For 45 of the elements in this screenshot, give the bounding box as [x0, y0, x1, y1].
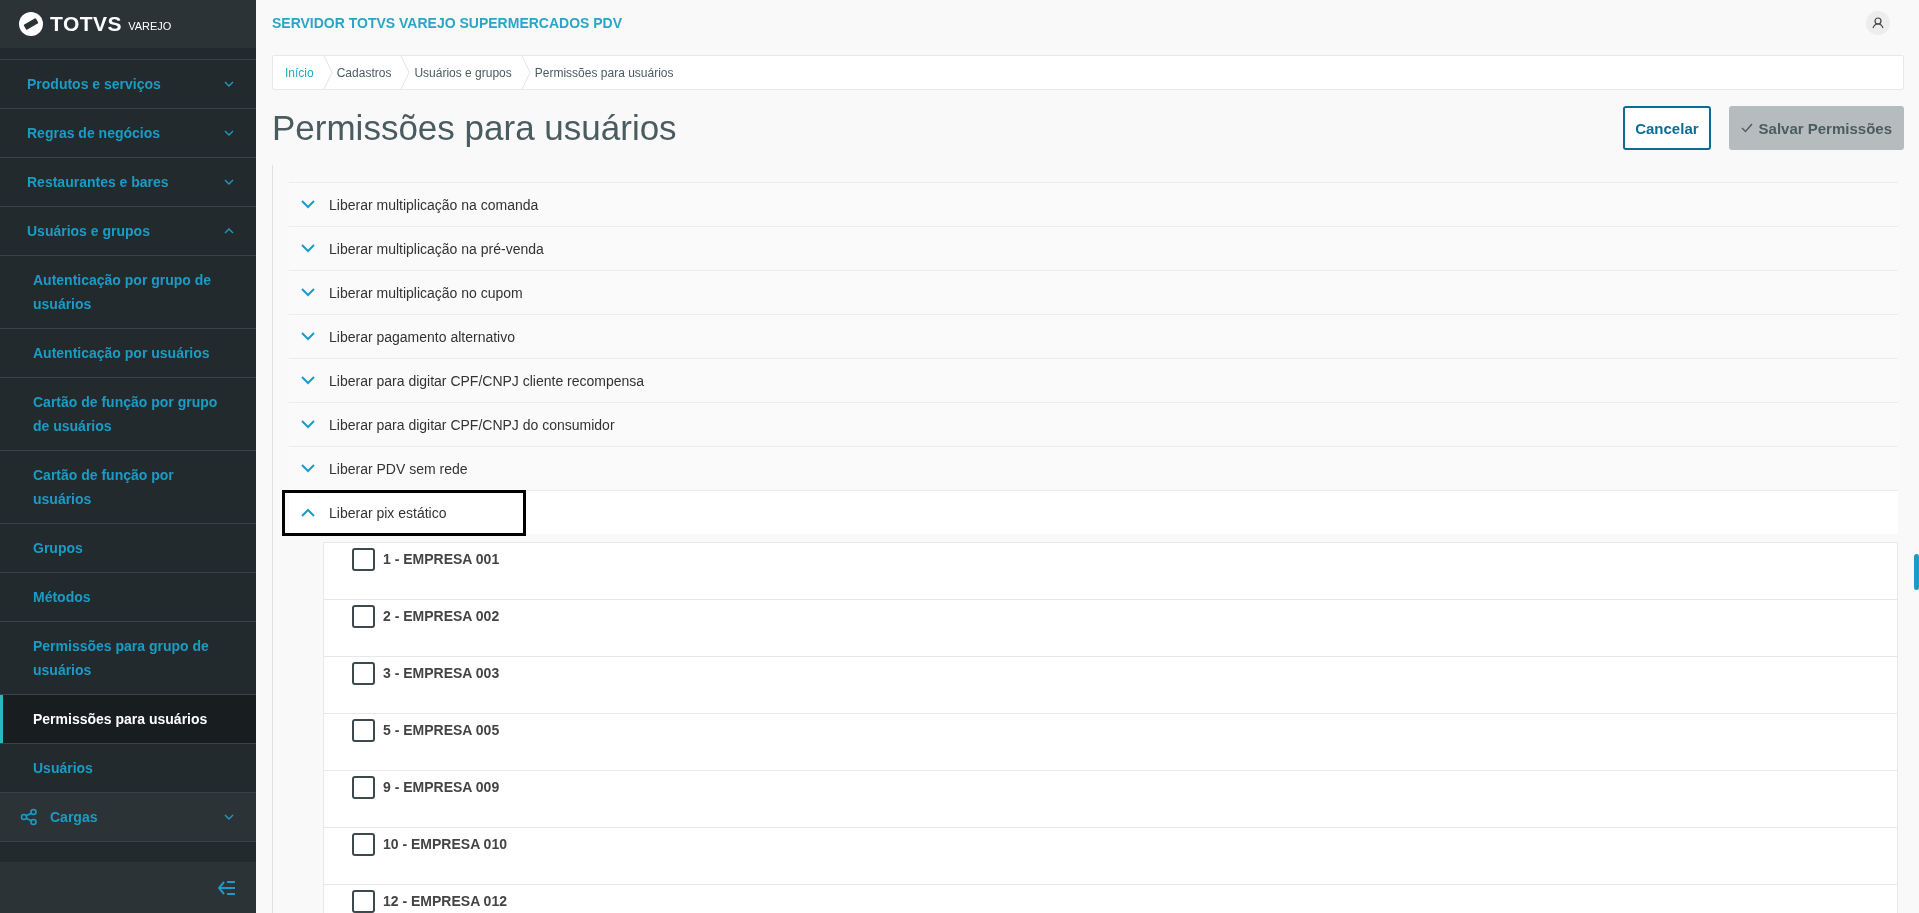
logo-subtitle: VAREJO — [128, 19, 172, 32]
chevron-down-icon — [301, 420, 315, 429]
user-avatar-icon[interactable] — [1866, 11, 1890, 35]
chevron-up-icon — [224, 228, 234, 234]
chevron-down-icon — [224, 179, 234, 185]
server-title: SERVIDOR TOTVS VAREJO SUPERMERCADOS PDV — [272, 15, 623, 31]
chevron-down-icon — [224, 814, 234, 820]
logo-text: TOTVS — [50, 12, 123, 36]
breadcrumb-item[interactable]: Permissões para usuários — [530, 65, 683, 80]
company-label: 5 - EMPRESA 005 — [383, 722, 500, 738]
chevron-down-icon — [224, 81, 234, 87]
submenu-item[interactable]: Permissões para usuários — [0, 695, 256, 744]
chevron-down-icon — [301, 332, 315, 341]
checkbox[interactable] — [352, 605, 375, 628]
chevron-down-icon — [301, 244, 315, 253]
checkbox[interactable] — [352, 719, 375, 742]
checkbox[interactable] — [352, 890, 375, 913]
company-label: 12 - EMPRESA 012 — [383, 893, 507, 909]
company-label: 1 - EMPRESA 001 — [383, 551, 500, 567]
checkbox[interactable] — [352, 833, 375, 856]
cancel-button[interactable]: Cancelar — [1623, 106, 1711, 150]
checkbox[interactable] — [352, 776, 375, 799]
company-label: 3 - EMPRESA 003 — [383, 665, 500, 681]
chevron-up-icon — [301, 508, 315, 517]
accordion-header[interactable]: Liberar pix estático — [289, 490, 1898, 534]
check-icon — [1740, 123, 1753, 133]
share-icon — [20, 808, 38, 826]
collapse-menu-icon[interactable] — [218, 880, 236, 895]
chevron-down-icon — [301, 376, 315, 385]
menu-item[interactable]: Cargas — [0, 793, 256, 842]
breadcrumb-link[interactable]: Início — [281, 65, 323, 80]
company-label: 10 - EMPRESA 010 — [383, 836, 507, 852]
company-label: 9 - EMPRESA 009 — [383, 779, 500, 795]
chevron-down-icon — [301, 200, 315, 209]
logo-icon — [18, 11, 44, 37]
checkbox[interactable] — [352, 662, 375, 685]
breadcrumb-item[interactable]: Usuários e grupos — [410, 65, 521, 80]
breadcrumb-item[interactable]: Cadastros — [332, 65, 401, 80]
checkbox[interactable] — [352, 548, 375, 571]
company-label: 2 - EMPRESA 002 — [383, 608, 500, 624]
scrollbar-thumb[interactable] — [1914, 554, 1919, 590]
page-title: Permissões para usuários — [272, 108, 677, 148]
chevron-down-icon — [224, 130, 234, 136]
chevron-down-icon — [301, 464, 315, 473]
chevron-down-icon — [301, 288, 315, 297]
